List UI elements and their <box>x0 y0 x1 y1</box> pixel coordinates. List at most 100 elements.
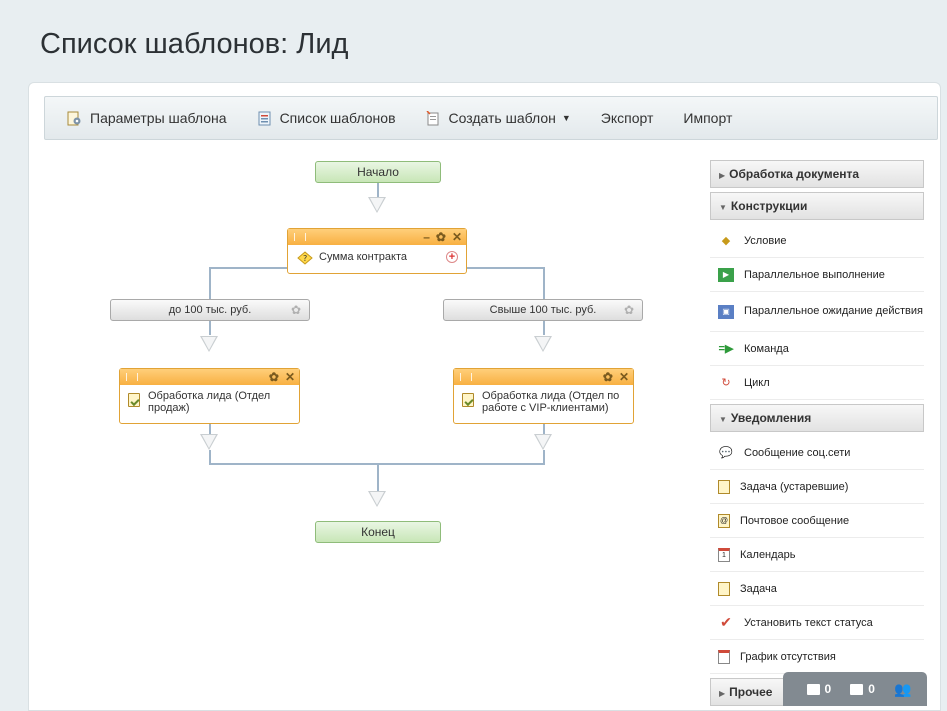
gear-icon[interactable]: ✿ <box>624 300 634 320</box>
chevron-down-icon: ▼ <box>719 203 727 212</box>
connector-line <box>467 267 545 269</box>
close-icon[interactable]: ✕ <box>285 370 295 384</box>
condition-icon: ◆ <box>721 235 731 247</box>
group-doc-processing-label: Обработка документа <box>729 167 860 181</box>
palette-item-parallel[interactable]: ▶ Параллельное выполнение <box>710 258 924 292</box>
activity-palette: ▶ Обработка документа ▼ Конструкции ◆ Услов… <box>710 160 924 710</box>
bottom-dock: 0 0 👥 <box>783 672 927 706</box>
connector-line <box>209 267 287 269</box>
notifications-counter[interactable]: 0 <box>850 682 875 696</box>
branch-right-label: Свыше 100 тыс. руб. <box>489 304 597 316</box>
palette-item-task[interactable]: Задача <box>710 572 924 606</box>
export-button[interactable]: Экспорт <box>601 110 654 126</box>
connector-line <box>209 450 211 464</box>
drop-arrow[interactable] <box>368 197 386 213</box>
connector-line <box>377 183 379 197</box>
messages-count: 0 <box>824 682 832 696</box>
palette-item-absence[interactable]: График отсутствия <box>710 640 924 674</box>
palette-item-condition[interactable]: ◆ Условие <box>710 224 924 258</box>
task-icon <box>718 581 730 596</box>
group-doc-processing[interactable]: ▶ Обработка документа <box>710 160 924 188</box>
parallel-wait-icon: ▣ <box>718 304 734 319</box>
gear-icon[interactable]: ✿ <box>291 300 301 320</box>
template-params-label: Параметры шаблона <box>90 110 227 126</box>
notifications-count: 0 <box>868 682 875 696</box>
settings-doc-icon <box>67 111 81 125</box>
connector-line <box>543 321 545 335</box>
group-notifications[interactable]: ▼ Уведомления <box>710 404 924 432</box>
drop-arrow[interactable] <box>200 434 218 450</box>
add-branch-icon[interactable]: + <box>446 251 458 263</box>
task-icon <box>462 393 474 407</box>
action-right-body: Обработка лида (Отдел по работе с VIP-кл… <box>454 385 633 419</box>
action-right-block[interactable]: ✿ ✕ Обработка лида (Отдел по работе с VI… <box>453 368 634 424</box>
branch-right[interactable]: Свыше 100 тыс. руб. ✿ <box>443 299 643 321</box>
messages-counter[interactable]: 0 <box>806 682 832 696</box>
palette-item-mail[interactable]: @ Почтовое сообщение <box>710 504 924 538</box>
chevron-down-icon: ▼ <box>561 113 571 123</box>
create-template-button[interactable]: Создать шаблон ▼ <box>425 110 571 126</box>
palette-item-label: Сообщение соц.сети <box>744 446 851 459</box>
message-icon <box>806 683 820 695</box>
drop-arrow[interactable] <box>200 336 218 352</box>
connector-line <box>543 267 545 299</box>
palette-item-status-text[interactable]: ✔ Установить текст статуса <box>710 606 924 640</box>
action-left-label: Обработка лида (Отдел продаж) <box>148 390 271 414</box>
action-left-block[interactable]: ✿ ✕ Обработка лида (Отдел продаж) <box>119 368 300 424</box>
drop-arrow[interactable] <box>534 434 552 450</box>
palette-item-calendar[interactable]: 1 Календарь <box>710 538 924 572</box>
group-notifications-label: Уведомления <box>730 411 812 425</box>
parallel-icon: ▶ <box>718 267 734 282</box>
import-button[interactable]: Импорт <box>683 110 732 126</box>
palette-item-loop[interactable]: ↻ Цикл <box>710 366 924 400</box>
absence-chart-icon <box>718 649 730 664</box>
branch-left[interactable]: до 100 тыс. руб. ✿ <box>110 299 310 321</box>
template-list-button[interactable]: Список шаблонов <box>257 110 396 126</box>
palette-item-label: Установить текст статуса <box>744 616 873 629</box>
palette-item-task-old[interactable]: Задача (устаревшие) <box>710 470 924 504</box>
mail-icon: @ <box>718 513 730 528</box>
command-icon: =▶ <box>718 343 734 355</box>
gear-icon[interactable]: ✿ <box>603 370 613 384</box>
drag-handle[interactable] <box>126 373 138 381</box>
condition-label: Сумма контракта <box>319 251 407 263</box>
action-right-label: Обработка лида (Отдел по работе с VIP-кл… <box>482 390 620 414</box>
users-icon: 👥 <box>894 680 912 697</box>
connector-line <box>209 267 211 299</box>
gear-icon[interactable]: ✿ <box>436 230 446 244</box>
chevron-right-icon: ▶ <box>719 171 726 180</box>
palette-item-label: Задача (устаревшие) <box>740 480 849 493</box>
contacts-button[interactable]: 👥 <box>894 681 911 698</box>
group-constructs[interactable]: ▼ Конструкции <box>710 192 924 220</box>
group-other-label: Прочее <box>729 685 773 699</box>
close-icon[interactable]: ✕ <box>452 230 462 244</box>
task-icon <box>128 393 140 407</box>
drag-handle[interactable] <box>460 373 472 381</box>
palette-item-social-message[interactable]: 💬 Сообщение соц.сети <box>710 436 924 470</box>
gear-icon[interactable]: ✿ <box>269 370 279 384</box>
drag-handle[interactable] <box>294 233 306 241</box>
connector-line <box>377 463 379 491</box>
condition-block[interactable]: – ✿ ✕ ? Сумма контракта + <box>287 228 467 274</box>
export-label: Экспорт <box>600 110 654 126</box>
drop-arrow[interactable] <box>368 491 386 507</box>
drop-arrow[interactable] <box>534 336 552 352</box>
connector-line <box>543 450 545 464</box>
import-label: Импорт <box>683 110 733 126</box>
end-node[interactable]: Конец <box>315 521 441 543</box>
list-icon <box>258 111 271 125</box>
create-template-label: Создать шаблон <box>448 110 556 126</box>
palette-item-parallel-wait[interactable]: ▣ Параллельное ожидание действия <box>710 292 924 332</box>
minimize-icon[interactable]: – <box>423 230 430 244</box>
start-node[interactable]: Начало <box>315 161 441 183</box>
template-params-button[interactable]: Параметры шаблона <box>67 110 227 126</box>
palette-item-command[interactable]: =▶ Команда <box>710 332 924 366</box>
palette-item-label: Параллельное ожидание действия <box>744 305 923 317</box>
palette-item-label: Цикл <box>744 376 770 389</box>
close-icon[interactable]: ✕ <box>619 370 629 384</box>
task-icon <box>718 479 730 494</box>
condition-icon: ? <box>297 251 313 265</box>
new-doc-icon <box>425 110 439 125</box>
palette-item-label: Задача <box>740 582 777 595</box>
palette-item-label: График отсутствия <box>740 650 836 663</box>
